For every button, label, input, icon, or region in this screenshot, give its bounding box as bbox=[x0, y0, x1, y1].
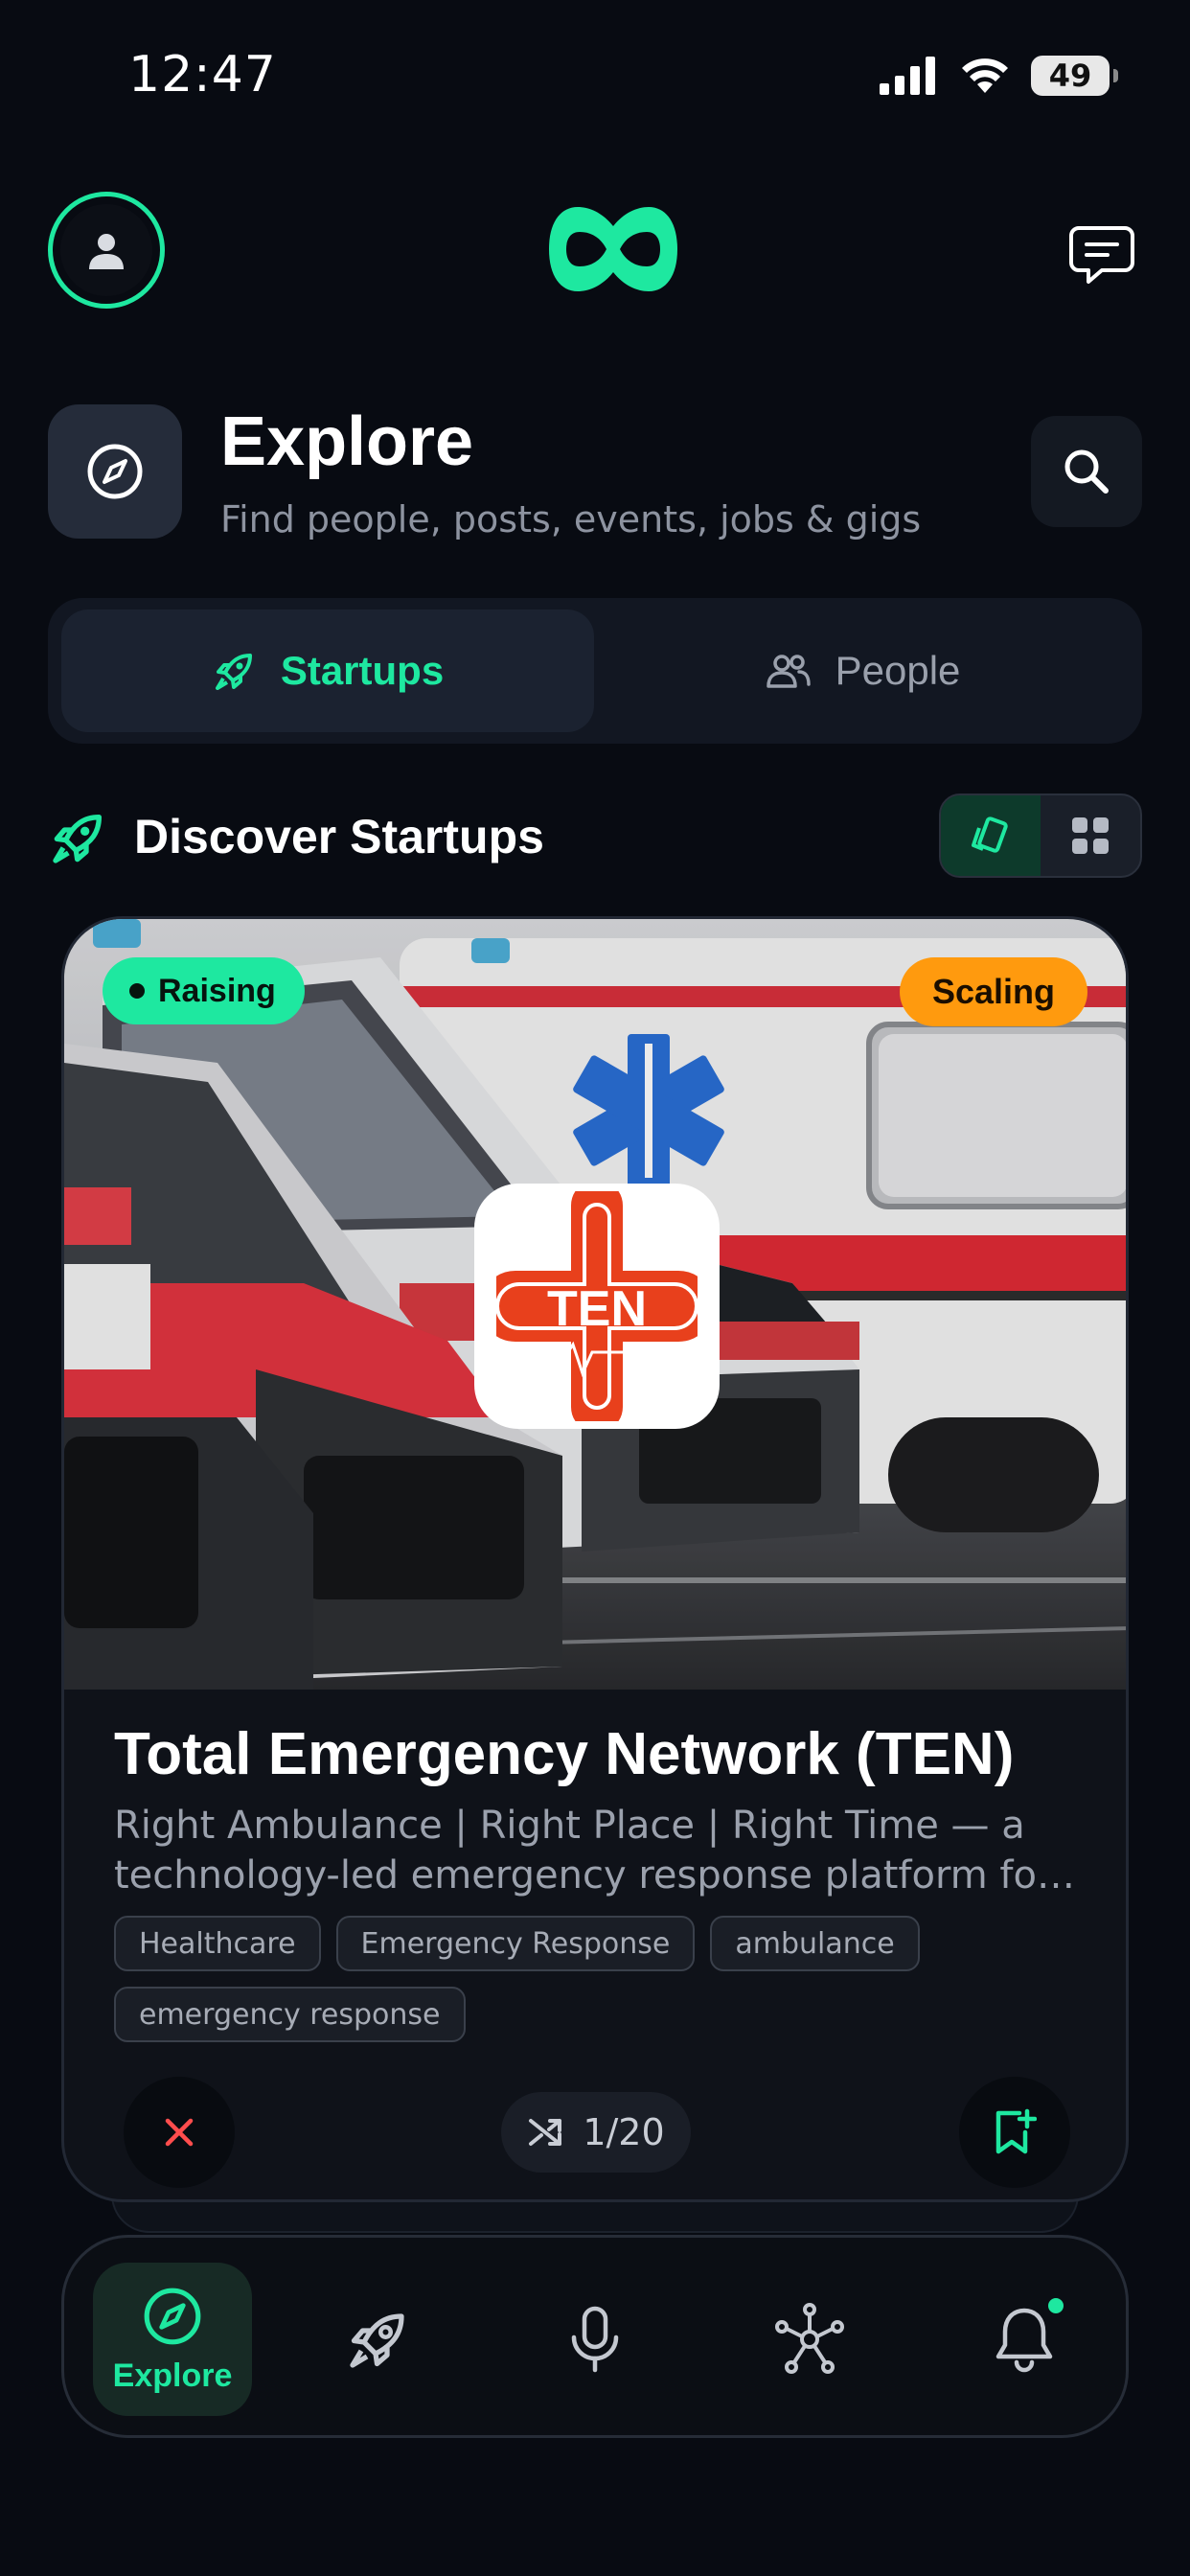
search-button[interactable] bbox=[1031, 416, 1142, 527]
search-icon bbox=[1064, 449, 1109, 494]
user-icon bbox=[89, 234, 124, 269]
wifi-icon bbox=[962, 58, 1008, 93]
battery-indicator: 49 bbox=[1031, 56, 1118, 96]
rocket-icon bbox=[53, 815, 102, 863]
view-mode-toggle bbox=[939, 794, 1142, 878]
nav-notifications[interactable] bbox=[957, 2263, 1091, 2416]
tag-list: Healthcare Emergency Response ambulance … bbox=[114, 1916, 1091, 2042]
app-logo bbox=[549, 207, 677, 291]
status-dot bbox=[129, 983, 145, 999]
tag[interactable]: ambulance bbox=[710, 1916, 920, 1971]
avatar bbox=[60, 204, 152, 296]
nav-startups[interactable] bbox=[311, 2263, 446, 2416]
card-actions: 1/20 bbox=[64, 2077, 1126, 2192]
profile-avatar-button[interactable] bbox=[48, 192, 165, 309]
grid-view-button[interactable] bbox=[1041, 795, 1140, 876]
tab-startups[interactable]: Startups bbox=[61, 610, 594, 732]
notification-dot bbox=[1045, 2295, 1066, 2316]
nav-network[interactable] bbox=[743, 2263, 877, 2416]
scaling-badge: Scaling bbox=[899, 957, 1087, 1026]
card-counter: 1/20 bbox=[583, 2111, 665, 2153]
tab-people-label: People bbox=[835, 648, 961, 693]
bottom-navigation: Explore bbox=[61, 2235, 1129, 2438]
nav-audio[interactable] bbox=[528, 2263, 662, 2416]
tab-startups-label: Startups bbox=[280, 648, 445, 693]
messages-icon[interactable] bbox=[1065, 218, 1138, 291]
status-icons: 49 bbox=[878, 56, 1118, 96]
cards-icon bbox=[972, 816, 1008, 853]
nav-explore[interactable]: Explore bbox=[93, 2263, 252, 2416]
section-title: Discover Startups bbox=[134, 810, 544, 863]
startup-description: Right Ambulance | Right Place | Right Ti… bbox=[114, 1804, 1053, 1898]
rocket-icon bbox=[350, 2313, 404, 2368]
page-title: Explore bbox=[220, 403, 474, 480]
tag[interactable]: Emergency Response bbox=[335, 1916, 696, 1971]
medical-cross-logo: TEN bbox=[496, 1191, 698, 1421]
compass-icon bbox=[87, 444, 143, 499]
explore-compass-tile bbox=[48, 404, 182, 539]
status-time: 12:47 bbox=[128, 46, 277, 104]
close-icon bbox=[165, 2118, 194, 2147]
shuffle-counter-button[interactable]: 1/20 bbox=[501, 2092, 691, 2173]
save-bookmark-button[interactable] bbox=[959, 2077, 1070, 2188]
raising-badge: Raising bbox=[103, 957, 305, 1024]
logo-text: TEN bbox=[547, 1281, 647, 1337]
grid-icon bbox=[1072, 817, 1109, 854]
tab-people[interactable]: People bbox=[596, 610, 1129, 732]
microphone-icon bbox=[571, 2306, 619, 2373]
bookmark-add-icon bbox=[995, 2108, 1037, 2154]
compass-icon bbox=[144, 2288, 201, 2344]
startup-name: Total Emergency Network (TEN) bbox=[114, 1721, 1015, 1787]
rocket-icon bbox=[215, 654, 252, 690]
nav-explore-label: Explore bbox=[112, 2357, 233, 2394]
tag[interactable]: emergency response bbox=[114, 1987, 466, 2042]
startup-card[interactable]: Raising Scaling TEN Total Emergency Netw… bbox=[61, 916, 1129, 2202]
startup-logo: TEN bbox=[474, 1184, 720, 1429]
skip-button[interactable] bbox=[124, 2077, 235, 2188]
swipe-view-button[interactable] bbox=[941, 795, 1041, 876]
signal-icon bbox=[880, 57, 935, 95]
shuffle-icon bbox=[529, 2119, 562, 2146]
explore-tabs: Startups People bbox=[48, 598, 1142, 744]
people-icon bbox=[766, 655, 811, 688]
page-subtitle: Find people, posts, events, jobs & gigs bbox=[220, 498, 922, 540]
network-icon bbox=[775, 2303, 844, 2374]
bell-icon bbox=[995, 2308, 1053, 2373]
raising-badge-label: Raising bbox=[158, 972, 276, 1009]
tag[interactable]: Healthcare bbox=[114, 1916, 321, 1971]
